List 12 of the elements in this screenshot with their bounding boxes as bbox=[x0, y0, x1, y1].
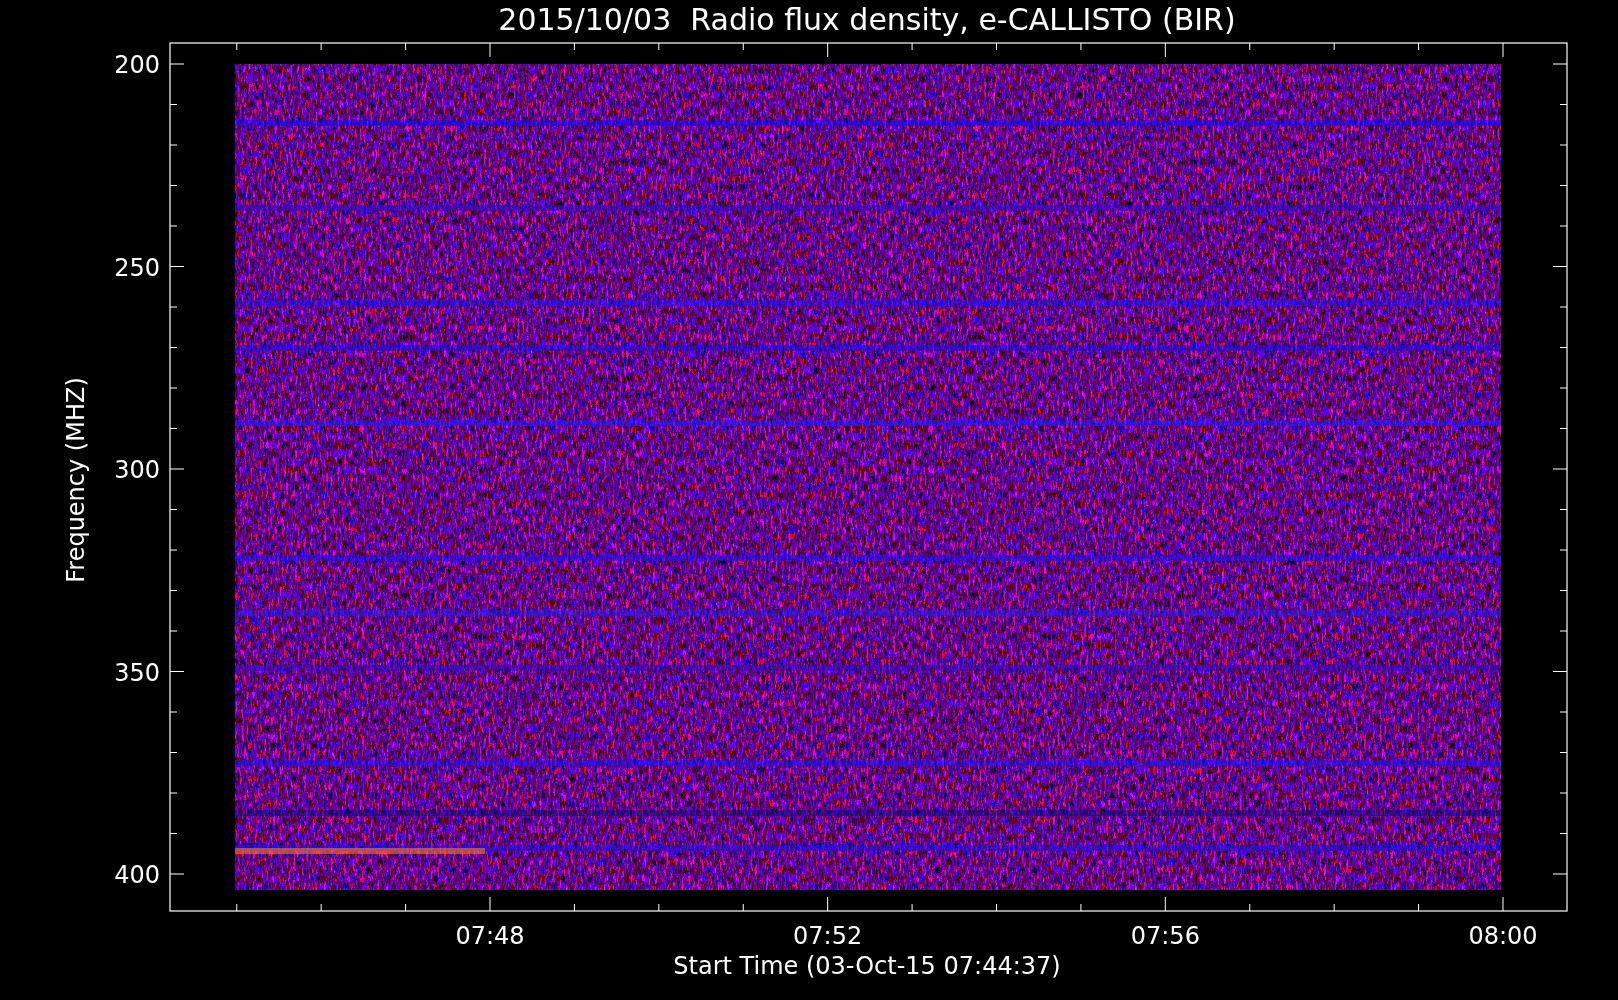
axis-tick-label: 350 bbox=[114, 658, 160, 687]
axis-tick-label: 07:48 bbox=[455, 922, 525, 950]
axis-tick-label: 08:00 bbox=[1468, 922, 1538, 950]
axis-tick-label: 07:52 bbox=[793, 922, 863, 950]
axis-tick-label: 200 bbox=[114, 51, 160, 79]
y-axis-label: Frequency (MHZ) bbox=[62, 377, 90, 583]
axis-tick-label: 250 bbox=[114, 253, 160, 282]
axis-tick-label: 300 bbox=[114, 456, 160, 484]
axis-tick-label: 07:56 bbox=[1130, 922, 1200, 950]
chart-title: 2015/10/03 Radio flux density, e-CALLISTO (BIR) bbox=[498, 2, 1236, 37]
axis-tick-label: 400 bbox=[114, 861, 160, 889]
x-axis-label: Start Time (03-Oct-15 07:44:37) bbox=[673, 952, 1061, 980]
